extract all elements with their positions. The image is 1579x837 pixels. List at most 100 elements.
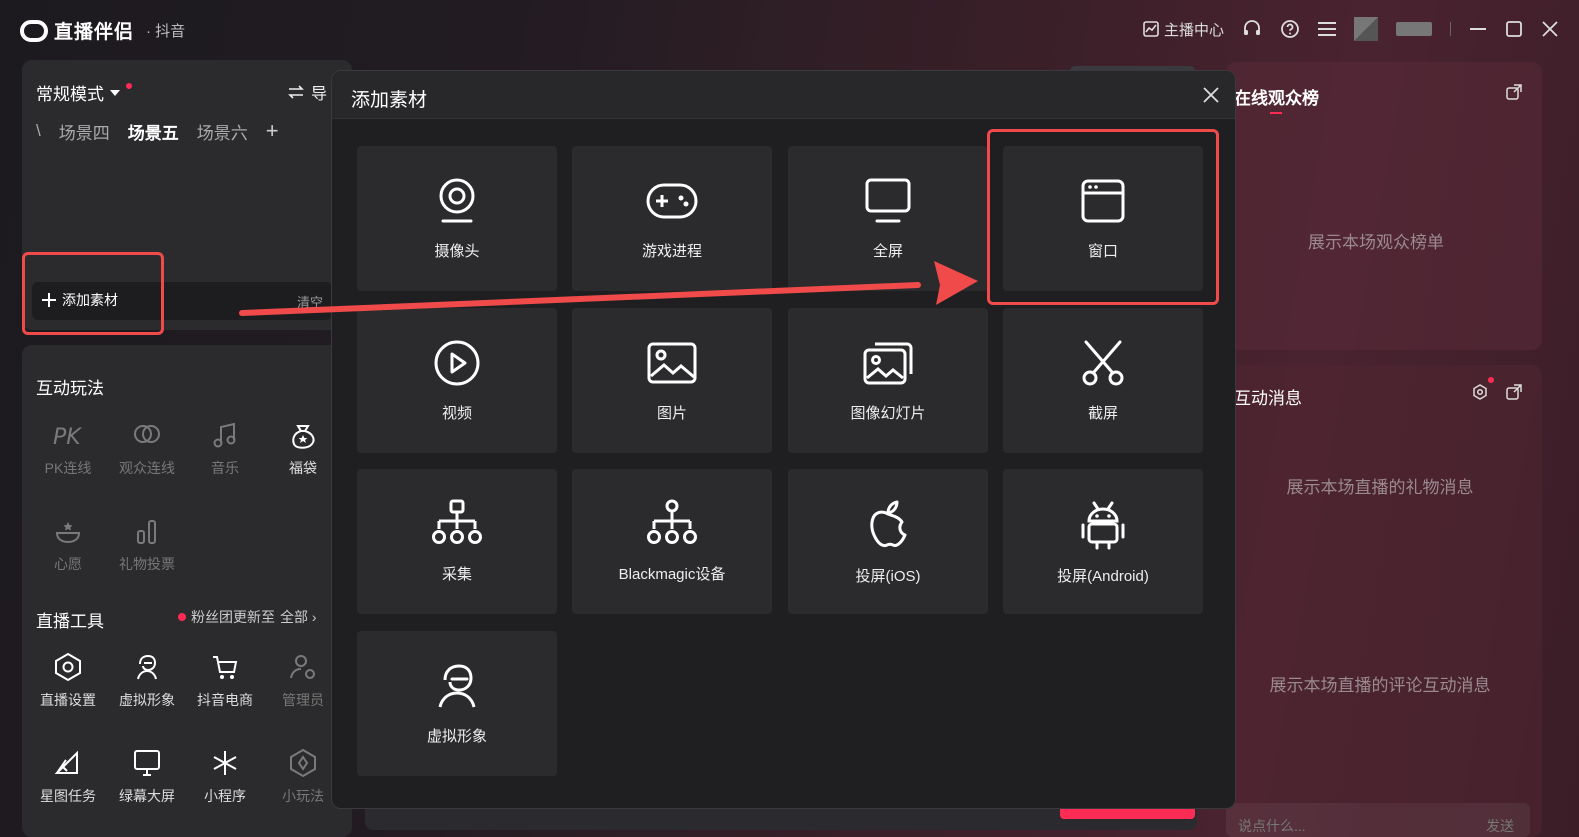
tools-title: 直播工具 <box>36 612 104 631</box>
image-icon <box>647 342 697 384</box>
audience-link[interactable]: 观众连线 <box>112 422 182 478</box>
lucky-bag-icon <box>292 425 315 449</box>
all-tools-link[interactable]: 全部 › <box>280 607 317 627</box>
import-button[interactable]: 导 <box>287 80 327 104</box>
mode-label: 常规模式 <box>36 85 104 104</box>
help-icon[interactable] <box>1280 19 1300 39</box>
slideshow-icon <box>863 342 913 385</box>
hexagon-settings-icon <box>55 652 81 682</box>
anchor-center-label: 主播中心 <box>1163 21 1224 39</box>
divider <box>1450 22 1451 36</box>
gift-vote[interactable]: 礼物投票 <box>112 518 182 574</box>
caret-down-icon <box>110 89 120 96</box>
tile-image[interactable]: 图片 <box>572 308 772 453</box>
minimize-icon[interactable] <box>1469 20 1487 38</box>
admin-icon <box>290 655 315 679</box>
tile-capture[interactable]: 采集 <box>357 469 557 614</box>
dialog-close-icon[interactable] <box>1200 84 1222 106</box>
add-scene-button[interactable]: + <box>266 118 279 144</box>
pk-icon: PK <box>53 425 82 450</box>
fans-label: 粉丝团更新至 <box>191 609 275 625</box>
platform-label: · 抖音 <box>146 23 186 40</box>
cart-icon <box>213 656 238 679</box>
send-button[interactable]: 发送 <box>1486 816 1514 836</box>
msg-title: 互动消息 <box>1234 389 1302 408</box>
highlight-window-tile <box>987 129 1219 305</box>
popout-icon[interactable] <box>1506 384 1522 400</box>
fans-update[interactable]: 粉丝团更新至 全部 › <box>178 607 317 627</box>
annotation-arrow-icon <box>239 261 978 316</box>
import-label: 导 <box>311 86 328 103</box>
swap-icon <box>288 85 304 99</box>
highlight-add-material <box>22 252 164 335</box>
tab-scene-4[interactable]: 场景四 <box>59 119 110 144</box>
wish[interactable]: 心愿 <box>33 518 103 574</box>
app-logo: 直播伴侣 · 抖音 <box>20 17 185 44</box>
scene-tabs: \ 场景四 场景五 场景六 + <box>36 118 279 144</box>
tile-slideshow[interactable]: 图像幻灯片 <box>788 308 988 453</box>
tile-video[interactable]: 视频 <box>357 308 557 453</box>
scissors-icon <box>1082 340 1124 386</box>
star-map-task[interactable]: 星图任务 <box>33 748 103 806</box>
maximize-icon[interactable] <box>1505 20 1523 38</box>
tab-scene-6[interactable]: 场景六 <box>197 119 248 144</box>
bar-chart-icon <box>137 520 156 544</box>
mini-game[interactable]: 小玩法 <box>268 748 338 806</box>
music-icon <box>213 422 236 448</box>
douyin-shop[interactable]: 抖音电商 <box>190 652 260 710</box>
lucky-bag[interactable]: 福袋 <box>268 422 338 478</box>
username-blurred[interactable] <box>1396 22 1432 36</box>
svg-text:PK: PK <box>53 425 82 450</box>
tile-screenshot[interactable]: 截屏 <box>1003 308 1203 453</box>
rank-placeholder: 展示本场观众榜单 <box>1308 233 1444 252</box>
tile-blackmagic[interactable]: Blackmagic设备 <box>572 469 772 614</box>
headset-icon[interactable] <box>1242 19 1262 39</box>
tab-scene-partial[interactable]: \ <box>36 121 41 141</box>
mini-game-icon <box>290 748 316 778</box>
notification-dot <box>126 82 132 89</box>
mode-selector[interactable]: 常规模式 <box>36 80 132 105</box>
chat-placeholder: 说点什么... <box>1238 818 1306 834</box>
gift-placeholder: 展示本场直播的礼物消息 <box>1286 478 1474 497</box>
music[interactable]: 音乐 <box>190 422 260 478</box>
popout-icon[interactable] <box>1506 84 1522 100</box>
close-icon[interactable] <box>1541 20 1559 38</box>
titlebar-controls: 主播中心 <box>1143 14 1559 44</box>
anchor-center-button[interactable]: 主播中心 <box>1143 19 1224 40</box>
virtual-avatar-tool[interactable]: 虚拟形象 <box>112 652 182 710</box>
interaction-panel <box>1226 365 1542 837</box>
tile-cast-ios[interactable]: 投屏(iOS) <box>788 469 988 614</box>
tile-cast-android[interactable]: 投屏(Android) <box>1003 469 1203 614</box>
dialog-header <box>332 71 1235 119</box>
menu-icon[interactable] <box>1318 21 1336 37</box>
asterisk-icon <box>213 751 237 775</box>
admin[interactable]: 管理员 <box>268 652 338 710</box>
settings-icon[interactable] <box>1472 384 1488 400</box>
interactive-title: 互动玩法 <box>36 379 104 398</box>
app-name: 直播伴侣 <box>54 22 135 43</box>
apple-icon <box>870 500 907 548</box>
tile-virtual-avatar[interactable]: 虚拟形象 <box>357 631 557 776</box>
monitor-icon <box>865 178 911 223</box>
camera-icon <box>439 178 475 223</box>
pk-link[interactable]: PK PK连线 <box>33 422 103 478</box>
dialog-title: 添加素材 <box>351 90 428 111</box>
avatar-icon <box>438 664 476 708</box>
capture-icon <box>432 499 482 544</box>
screen-icon <box>134 750 160 776</box>
star-map-icon <box>54 750 78 774</box>
wish-icon <box>55 522 81 544</box>
green-screen[interactable]: 绿幕大屏 <box>112 748 182 806</box>
avatar[interactable] <box>1354 17 1378 41</box>
comment-placeholder: 展示本场直播的评论互动消息 <box>1269 676 1491 695</box>
blackmagic-icon <box>647 499 697 544</box>
chart-icon <box>1143 21 1159 37</box>
avatar-icon <box>137 654 157 680</box>
rank-title: 在线观众榜 <box>1234 89 1319 108</box>
tab-scene-5[interactable]: 场景五 <box>128 119 179 144</box>
logo-ring-icon <box>20 19 48 42</box>
live-settings[interactable]: 直播设置 <box>33 652 103 710</box>
gamepad-icon <box>646 183 698 219</box>
settings-dot <box>1488 377 1494 383</box>
mini-program[interactable]: 小程序 <box>190 748 260 806</box>
